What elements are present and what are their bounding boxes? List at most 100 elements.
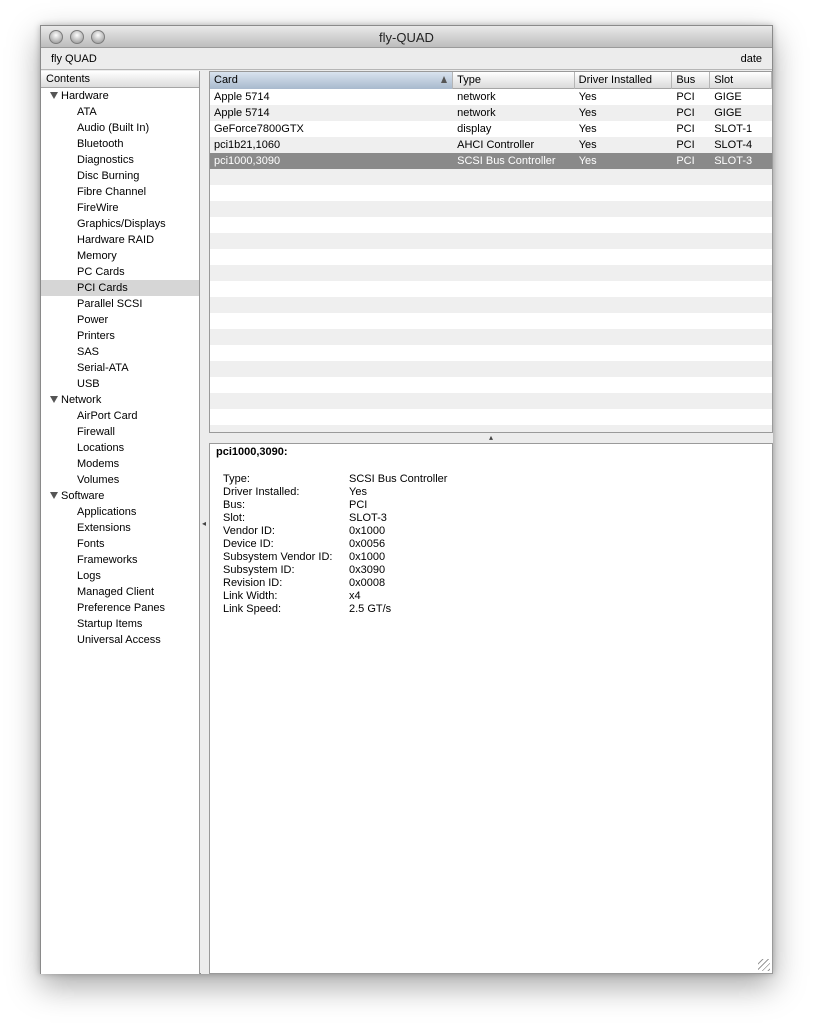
cell-driver-installed [575, 377, 673, 393]
sidebar-item-locations[interactable]: Locations [41, 440, 199, 456]
property-row: Subsystem ID: 0x3090 [223, 564, 447, 577]
sidebar-item-extensions[interactable]: Extensions [41, 520, 199, 536]
sidebar-item-fibre-channel[interactable]: Fibre Channel [41, 184, 199, 200]
cell-slot [710, 201, 772, 217]
sidebar-item-bluetooth[interactable]: Bluetooth [41, 136, 199, 152]
property-row: Subsystem Vendor ID: 0x1000 [223, 551, 447, 564]
sort-ascending-icon [441, 76, 448, 83]
cell-type [453, 393, 575, 409]
cell-driver-installed: Yes [578, 91, 597, 103]
disclosure-triangle-icon[interactable] [50, 492, 58, 499]
property-value: 0x1000 [349, 525, 386, 537]
sidebar-group-label: Network [61, 394, 102, 406]
sidebar-item-diagnostics[interactable]: Diagnostics [41, 152, 199, 168]
sidebar-group-hardware[interactable]: Hardware [41, 88, 199, 104]
table-row[interactable]: pci1000,3090 SCSI Bus Controller Yes PCI SLO… [210, 153, 772, 169]
property-key: Subsystem ID: [223, 564, 295, 576]
sidebar-item-frameworks[interactable]: Frameworks [41, 552, 199, 568]
sidebar-item-volumes[interactable]: Volumes [41, 472, 199, 488]
empty-table-row [210, 377, 772, 393]
cell-slot [710, 297, 772, 313]
cell-type: network [457, 107, 496, 119]
disclosure-triangle-icon[interactable] [50, 92, 58, 99]
table-row[interactable]: Apple 5714 network Yes PCI GIGE [210, 89, 772, 105]
property-row: Revision ID: 0x0008 [223, 577, 447, 590]
sidebar-header[interactable]: Contents [41, 71, 199, 88]
cell-driver-installed [575, 425, 673, 432]
sidebar-item-pc-cards[interactable]: PC Cards [41, 264, 199, 280]
column-header-card[interactable]: Card [210, 72, 454, 89]
sidebar-item-memory[interactable]: Memory [41, 248, 199, 264]
machine-name: fly QUAD [51, 53, 97, 65]
sidebar-item-startup-items[interactable]: Startup Items [41, 616, 199, 632]
cell-bus [672, 249, 710, 265]
sidebar-item-parallel-scsi[interactable]: Parallel SCSI [41, 296, 199, 312]
vertical-splitter[interactable]: ◂ [201, 71, 209, 974]
column-header-driver-installed[interactable]: Driver Installed [575, 72, 673, 89]
cell-driver-installed [575, 249, 673, 265]
cell-card [210, 217, 453, 233]
sidebar-item-firewall[interactable]: Firewall [41, 424, 199, 440]
sidebar-item-disc-burning[interactable]: Disc Burning [41, 168, 199, 184]
sidebar-item-printers[interactable]: Printers [41, 328, 199, 344]
sidebar-item-hardware-raid[interactable]: Hardware RAID [41, 232, 199, 248]
disclosure-triangle-icon[interactable] [50, 396, 58, 403]
sidebar-item-audio-built-in[interactable]: Audio (Built In) [41, 120, 199, 136]
sidebar-item-logs[interactable]: Logs [41, 568, 199, 584]
table-row[interactable]: pci1b21,1060 AHCI Controller Yes PCI SLOT-4 [210, 137, 772, 153]
sidebar-item-universal-access[interactable]: Universal Access [41, 632, 199, 648]
cell-bus [672, 425, 710, 432]
cell-bus [672, 185, 710, 201]
cell-card [210, 233, 453, 249]
cell-slot: SLOT-1 [714, 123, 753, 135]
property-key: Bus: [223, 499, 246, 511]
sidebar-item-fonts[interactable]: Fonts [41, 536, 199, 552]
sidebar-item-pci-cards[interactable]: PCI Cards [41, 280, 199, 296]
sidebar-group-software[interactable]: Software [41, 488, 199, 504]
empty-table-row [210, 281, 772, 297]
pci-cards-table: Card Type Driver Installed Bus Slot Appl… [209, 71, 773, 433]
table-body: Apple 5714 network Yes PCI GIGE Apple 5714 net… [210, 89, 772, 432]
sidebar-item-ata[interactable]: ATA [41, 104, 199, 120]
column-header-bus[interactable]: Bus [672, 72, 711, 89]
horizontal-splitter[interactable]: ▴ [209, 433, 773, 443]
cell-card [210, 345, 453, 361]
empty-table-row [210, 313, 772, 329]
empty-table-row [210, 185, 772, 201]
title-bar[interactable]: fly-QUAD [41, 26, 772, 48]
resize-grip-icon[interactable] [758, 959, 770, 971]
sidebar-item-firewire[interactable]: FireWire [41, 200, 199, 216]
sidebar-item-sas[interactable]: SAS [41, 344, 199, 360]
window-title: fly-QUAD [379, 30, 434, 45]
sidebar-item-managed-client[interactable]: Managed Client [41, 584, 199, 600]
property-key: Link Speed: [223, 603, 282, 615]
column-header-slot[interactable]: Slot [710, 72, 772, 89]
cell-driver-installed: Yes [578, 123, 597, 135]
cell-card [210, 297, 453, 313]
splitter-handle-icon[interactable]: ◂ [202, 519, 206, 528]
splitter-handle-icon[interactable]: ▴ [489, 433, 493, 442]
cell-card [210, 249, 453, 265]
property-value: x4 [349, 590, 361, 602]
empty-table-row [210, 265, 772, 281]
sidebar-item-power[interactable]: Power [41, 312, 199, 328]
cell-type [453, 185, 575, 201]
cell-card [210, 169, 453, 185]
sidebar-item-preference-panes[interactable]: Preference Panes [41, 600, 199, 616]
sidebar-item-modems[interactable]: Modems [41, 456, 199, 472]
sidebar-item-serial-ata[interactable]: Serial-ATA [41, 360, 199, 376]
sidebar-group-network[interactable]: Network [41, 392, 199, 408]
cell-type [453, 169, 575, 185]
cell-card: GeForce7800GTX [214, 123, 304, 135]
cell-type [453, 313, 575, 329]
sidebar-item-applications[interactable]: Applications [41, 504, 199, 520]
sidebar-item-usb[interactable]: USB [41, 376, 199, 392]
cell-card [210, 313, 453, 329]
sidebar-item-graphics-displays[interactable]: Graphics/Displays [41, 216, 199, 232]
table-row[interactable]: GeForce7800GTX display Yes PCI SLOT-1 [210, 121, 772, 137]
table-row[interactable]: Apple 5714 network Yes PCI GIGE [210, 105, 772, 121]
column-header-type[interactable]: Type [453, 72, 575, 89]
sidebar-item-airport-card[interactable]: AirPort Card [41, 408, 199, 424]
cell-type [453, 201, 575, 217]
empty-table-row [210, 217, 772, 233]
